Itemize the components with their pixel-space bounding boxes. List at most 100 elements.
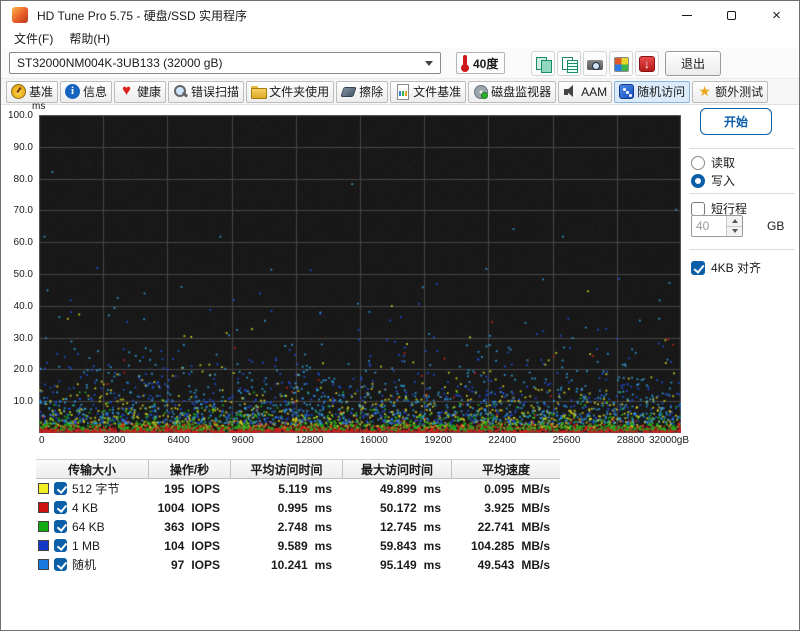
value: 9.589 bbox=[277, 538, 308, 553]
series-color-swatch bbox=[38, 521, 49, 532]
copy-image-button[interactable] bbox=[531, 51, 555, 76]
series-cell: 4 KB bbox=[36, 498, 148, 517]
short-stroke-capacity-input[interactable] bbox=[692, 216, 726, 236]
exit-button[interactable]: 退出 bbox=[665, 51, 721, 76]
panel-separator bbox=[689, 148, 795, 149]
checkbox-icon bbox=[691, 260, 705, 275]
tab-label: 文件夹使用 bbox=[269, 85, 330, 99]
app-icon bbox=[12, 7, 28, 23]
tab-erase[interactable]: 擦除 bbox=[336, 80, 389, 103]
series-visible-checkbox[interactable] bbox=[54, 482, 67, 495]
save-capture-button[interactable] bbox=[635, 51, 659, 76]
y-tick-label: 90.0 bbox=[13, 141, 33, 153]
series-visible-checkbox[interactable] bbox=[54, 501, 67, 514]
window-title: HD Tune Pro 5.75 - 硬盘/SSD 实用程序 bbox=[37, 8, 248, 23]
column-header: 平均速度 bbox=[451, 460, 560, 478]
y-axis-unit-label: ms bbox=[32, 101, 46, 112]
unit-label: ms bbox=[423, 481, 441, 496]
unit-label: ms bbox=[314, 519, 332, 534]
minimize-button[interactable] bbox=[664, 1, 709, 29]
avg-speed-value: 104.285 MB/s bbox=[451, 536, 560, 555]
results-table-header: 传输大小 操作/秒 平均访问时间 最大访问时间 平均速度 bbox=[36, 459, 560, 479]
unit-label: ms bbox=[314, 538, 332, 553]
x-tick-label: 22400 bbox=[488, 435, 517, 446]
benchmark-plot bbox=[39, 115, 681, 433]
value: 10.241 bbox=[270, 557, 308, 572]
series-visible-checkbox[interactable] bbox=[54, 520, 67, 533]
table-row: 512 字节 195 IOPS 5.119 ms 49.899 ms 0.095 MB/s bbox=[36, 479, 560, 498]
tab-aam[interactable]: AAM bbox=[558, 80, 613, 103]
series-color-swatch bbox=[38, 559, 49, 570]
monitor-icon bbox=[473, 84, 489, 99]
camera-icon bbox=[587, 56, 603, 72]
max-access-value: 50.172 ms bbox=[342, 498, 451, 517]
read-radio-label: 读取 bbox=[711, 156, 736, 170]
column-header: 最大访问时间 bbox=[342, 460, 451, 478]
tab-label: 文件基准 bbox=[413, 85, 462, 99]
panel-separator bbox=[689, 249, 795, 250]
unit-label: IOPS bbox=[191, 519, 220, 534]
value: 59.843 bbox=[379, 538, 417, 553]
tab-folder-usage[interactable]: 文件夹使用 bbox=[246, 80, 335, 103]
value: 97 bbox=[170, 557, 185, 572]
chevron-down-icon bbox=[425, 60, 433, 66]
maximize-icon bbox=[727, 10, 736, 20]
tab-health[interactable]: 健康 bbox=[114, 80, 167, 103]
download-icon bbox=[639, 55, 655, 72]
results-table: 传输大小 操作/秒 平均访问时间 最大访问时间 平均速度 512 字节 195 IOPS 5.… bbox=[36, 459, 560, 574]
tab-info[interactable]: 信息 bbox=[60, 80, 113, 103]
tab-extra-tests[interactable]: 额外测试 bbox=[692, 80, 769, 103]
unit-label: ms bbox=[314, 500, 332, 515]
unit-label: IOPS bbox=[191, 538, 220, 553]
unit-label: IOPS bbox=[191, 500, 220, 515]
unit-label: IOPS bbox=[191, 557, 220, 572]
tab-error-scan[interactable]: 错误扫描 bbox=[168, 80, 245, 103]
write-radio[interactable]: 写入 bbox=[691, 172, 735, 189]
spinner-down-button[interactable] bbox=[727, 226, 742, 236]
menu-item-help[interactable]: 帮助(H) bbox=[61, 29, 118, 48]
results-table-body: 512 字节 195 IOPS 5.119 ms 49.899 ms 0.095 MB/s 4 K… bbox=[36, 479, 560, 574]
tab-label: 基准 bbox=[29, 85, 54, 99]
unit-label: ms bbox=[423, 557, 441, 572]
read-radio[interactable]: 读取 bbox=[691, 154, 735, 171]
close-button[interactable]: × bbox=[754, 1, 799, 29]
series-color-swatch bbox=[38, 502, 49, 513]
series-label: 512 字节 bbox=[72, 482, 120, 496]
close-icon: × bbox=[772, 6, 781, 24]
unit-label: MB/s bbox=[521, 557, 550, 572]
ops-value: 104 IOPS bbox=[148, 536, 230, 555]
health-icon bbox=[119, 83, 134, 99]
table-row: 1 MB 104 IOPS 9.589 ms 59.843 ms 104.285 MB/s bbox=[36, 536, 560, 555]
tab-random-access[interactable]: 随机访问 bbox=[614, 80, 691, 103]
menu-item-file[interactable]: 文件(F) bbox=[6, 29, 61, 48]
short-stroke-capacity-group bbox=[691, 215, 743, 237]
tab-benchmark[interactable]: 基准 bbox=[6, 80, 59, 103]
menu-bar: 文件(F) 帮助(H) bbox=[1, 29, 799, 48]
tab-disk-monitor[interactable]: 磁盘监视器 bbox=[468, 80, 557, 103]
start-button[interactable]: 开始 bbox=[700, 108, 772, 135]
column-header: 传输大小 bbox=[67, 462, 116, 477]
unit-label: ms bbox=[423, 519, 441, 534]
series-visible-checkbox[interactable] bbox=[54, 539, 67, 552]
screenshot-button[interactable] bbox=[583, 51, 607, 76]
tab-file-benchmark[interactable]: 文件基准 bbox=[390, 80, 467, 103]
x-axis-ticks: 0 3200 6400 9600 12800 16000 19200 22400 25600 28… bbox=[39, 435, 689, 447]
toolbar-icon-group bbox=[531, 51, 659, 76]
series-visible-checkbox[interactable] bbox=[54, 558, 67, 571]
y-tick-label: 60.0 bbox=[13, 237, 33, 249]
copy-text-button[interactable] bbox=[557, 51, 581, 76]
drive-selector[interactable]: ST32000NM004K-3UB133 (32000 gB) bbox=[9, 52, 441, 74]
avg-speed-value: 3.925 MB/s bbox=[451, 498, 560, 517]
maximize-button[interactable] bbox=[709, 1, 754, 29]
max-access-value: 12.745 ms bbox=[342, 517, 451, 536]
align-4kb-checkbox[interactable]: 4KB 对齐 bbox=[691, 259, 761, 276]
x-tick-label: 3200 bbox=[103, 435, 126, 446]
color-options-button[interactable] bbox=[609, 51, 633, 76]
x-tick-label: 19200 bbox=[424, 435, 452, 446]
spinner-up-button[interactable] bbox=[727, 216, 742, 227]
value: 195 bbox=[164, 481, 185, 496]
avg-speed-value: 0.095 MB/s bbox=[451, 479, 560, 498]
value: 95.149 bbox=[379, 557, 417, 572]
value: 3.925 bbox=[484, 500, 515, 515]
value: 0.995 bbox=[277, 500, 308, 515]
